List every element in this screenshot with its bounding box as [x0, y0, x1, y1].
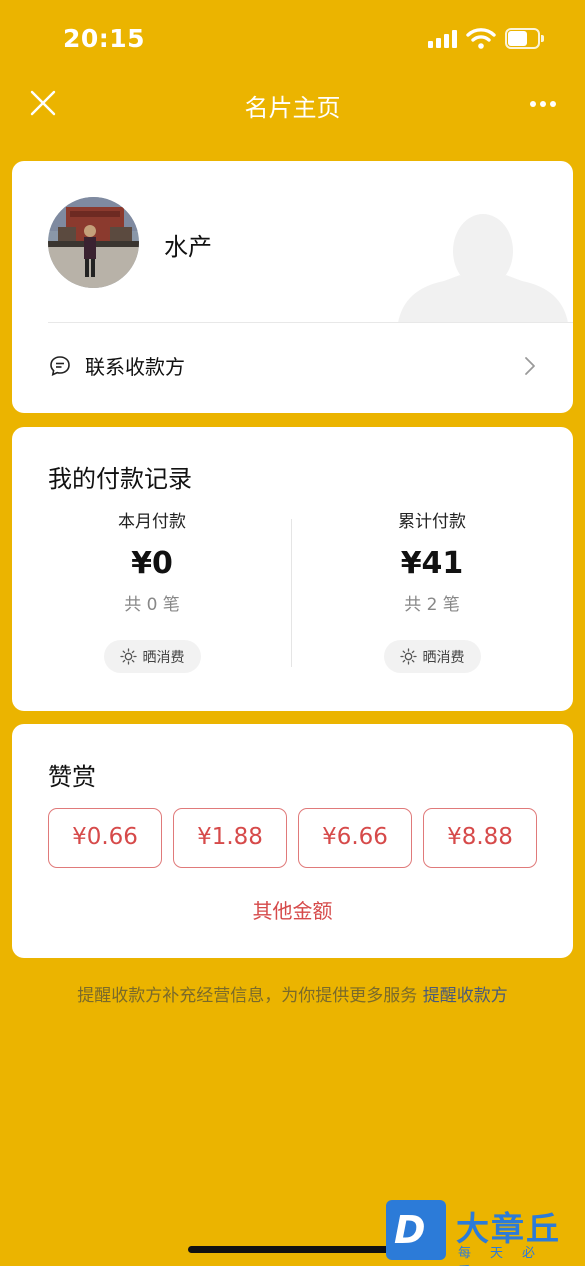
share-spending-label: 晒消费	[142, 649, 185, 666]
tip-card: 赞赏 ¥0.66 ¥1.88 ¥6.66 ¥8.88 其他金额	[12, 724, 573, 958]
footer-text: 提醒收款方补充经营信息，为你提供更多服务	[77, 986, 423, 1006]
share-spending-button[interactable]: 晒消费	[383, 640, 481, 673]
sun-icon	[119, 648, 137, 665]
logo-letter: D	[394, 1208, 426, 1252]
stat-amount: ¥41	[400, 546, 464, 581]
tip-amount-button[interactable]: ¥1.88	[173, 808, 287, 868]
chevron-right-icon	[525, 357, 535, 375]
status-bar: 20:15	[0, 0, 585, 78]
remind-payee-link[interactable]: 提醒收款方	[423, 986, 508, 1006]
other-amount-button[interactable]: 其他金额	[12, 895, 573, 924]
share-spending-button[interactable]: 晒消费	[103, 640, 201, 673]
watermark-logo: D 大章丘 每天必看	[386, 1200, 585, 1266]
chat-bubble-icon	[50, 356, 70, 376]
more-icon[interactable]	[522, 92, 564, 114]
stat-label: 本月付款	[118, 512, 186, 532]
status-time: 20:15	[63, 24, 146, 53]
signal-icon	[428, 30, 458, 48]
contact-payee-row[interactable]: 联系收款方	[12, 323, 573, 413]
stat-count: 共 2 笔	[404, 595, 460, 615]
share-spending-label: 晒消费	[422, 649, 465, 666]
stat-total: 累计付款 ¥41 共 2 笔 晒消费	[332, 511, 532, 673]
footer-note: 提醒收款方补充经营信息，为你提供更多服务 提醒收款方	[60, 984, 525, 1009]
logo-subtitle: 每天必看	[458, 1246, 555, 1266]
payment-records-card: 我的付款记录 本月付款 ¥0 共 0 笔 晒消费 累计付款 ¥41 共 2 笔	[12, 427, 573, 711]
stat-label: 累计付款	[398, 512, 466, 532]
avatar[interactable]	[48, 197, 139, 288]
contact-payee-label: 联系收款方	[85, 355, 185, 379]
tip-amount-row: ¥0.66 ¥1.88 ¥6.66 ¥8.88	[48, 808, 537, 868]
stat-count: 共 0 笔	[124, 595, 180, 615]
logo-mark: D	[386, 1200, 446, 1260]
wifi-icon	[466, 28, 496, 49]
nav-bar: 名片主页	[0, 78, 585, 130]
profile-name: 水产	[164, 233, 212, 261]
tip-amount-button[interactable]: ¥6.66	[298, 808, 412, 868]
tip-amount-button[interactable]: ¥8.88	[423, 808, 537, 868]
sun-icon	[399, 648, 417, 665]
stat-this-month: 本月付款 ¥0 共 0 笔 晒消费	[52, 511, 252, 673]
page-title: 名片主页	[244, 94, 341, 122]
person-silhouette-icon	[398, 214, 568, 323]
stat-amount: ¥0	[131, 546, 173, 581]
vertical-divider	[291, 519, 292, 667]
tip-amount-button[interactable]: ¥0.66	[48, 808, 162, 868]
battery-icon	[505, 28, 544, 49]
section-title: 我的付款记录	[48, 465, 192, 493]
profile-card: 水产 联系收款方	[12, 161, 573, 413]
home-indicator[interactable]	[188, 1246, 398, 1253]
section-title: 赞赏	[48, 763, 96, 791]
